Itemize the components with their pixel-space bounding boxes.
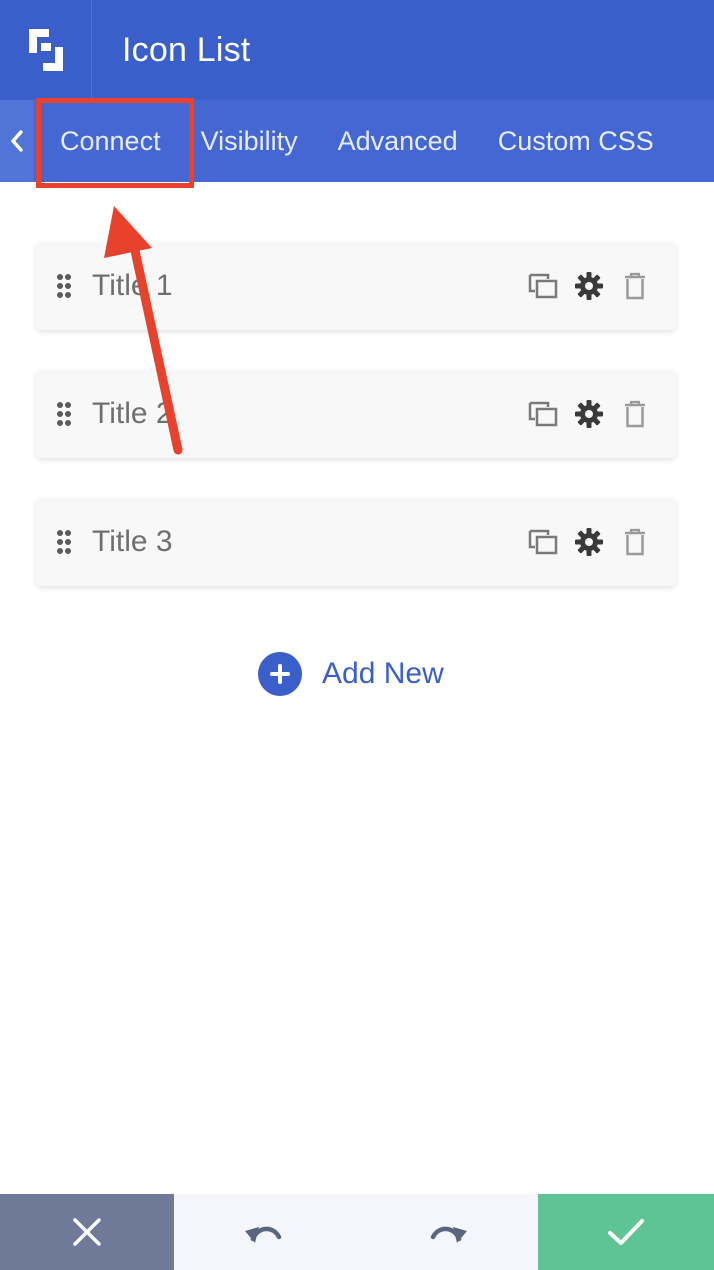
- add-new-button[interactable]: Add New: [258, 652, 444, 696]
- app-root: Icon List Connect Visibility Advanced Cu…: [0, 0, 714, 1270]
- confirm-button[interactable]: [538, 1194, 714, 1270]
- add-new-label: Add New: [322, 657, 444, 690]
- duplicate-icon[interactable]: [520, 519, 566, 565]
- list-item[interactable]: Title 3: [36, 498, 676, 586]
- undo-button[interactable]: [174, 1194, 356, 1270]
- cancel-button[interactable]: [0, 1194, 174, 1270]
- footer-toolbar: [0, 1194, 714, 1270]
- list-item-title: Title 3: [92, 525, 173, 558]
- history-controls: [174, 1194, 538, 1270]
- undo-icon: [245, 1226, 282, 1243]
- redo-button[interactable]: [356, 1194, 538, 1270]
- trash-icon[interactable]: [612, 519, 658, 565]
- gear-icon[interactable]: [566, 519, 612, 565]
- list-item-actions: [520, 519, 676, 565]
- annotation-arrow-icon: [104, 206, 183, 455]
- plus-circle-icon: [258, 652, 302, 696]
- close-icon: [73, 1218, 101, 1246]
- redo-icon: [430, 1226, 467, 1243]
- checkmark-icon: [608, 1219, 644, 1245]
- drag-handle-icon[interactable]: [36, 498, 92, 586]
